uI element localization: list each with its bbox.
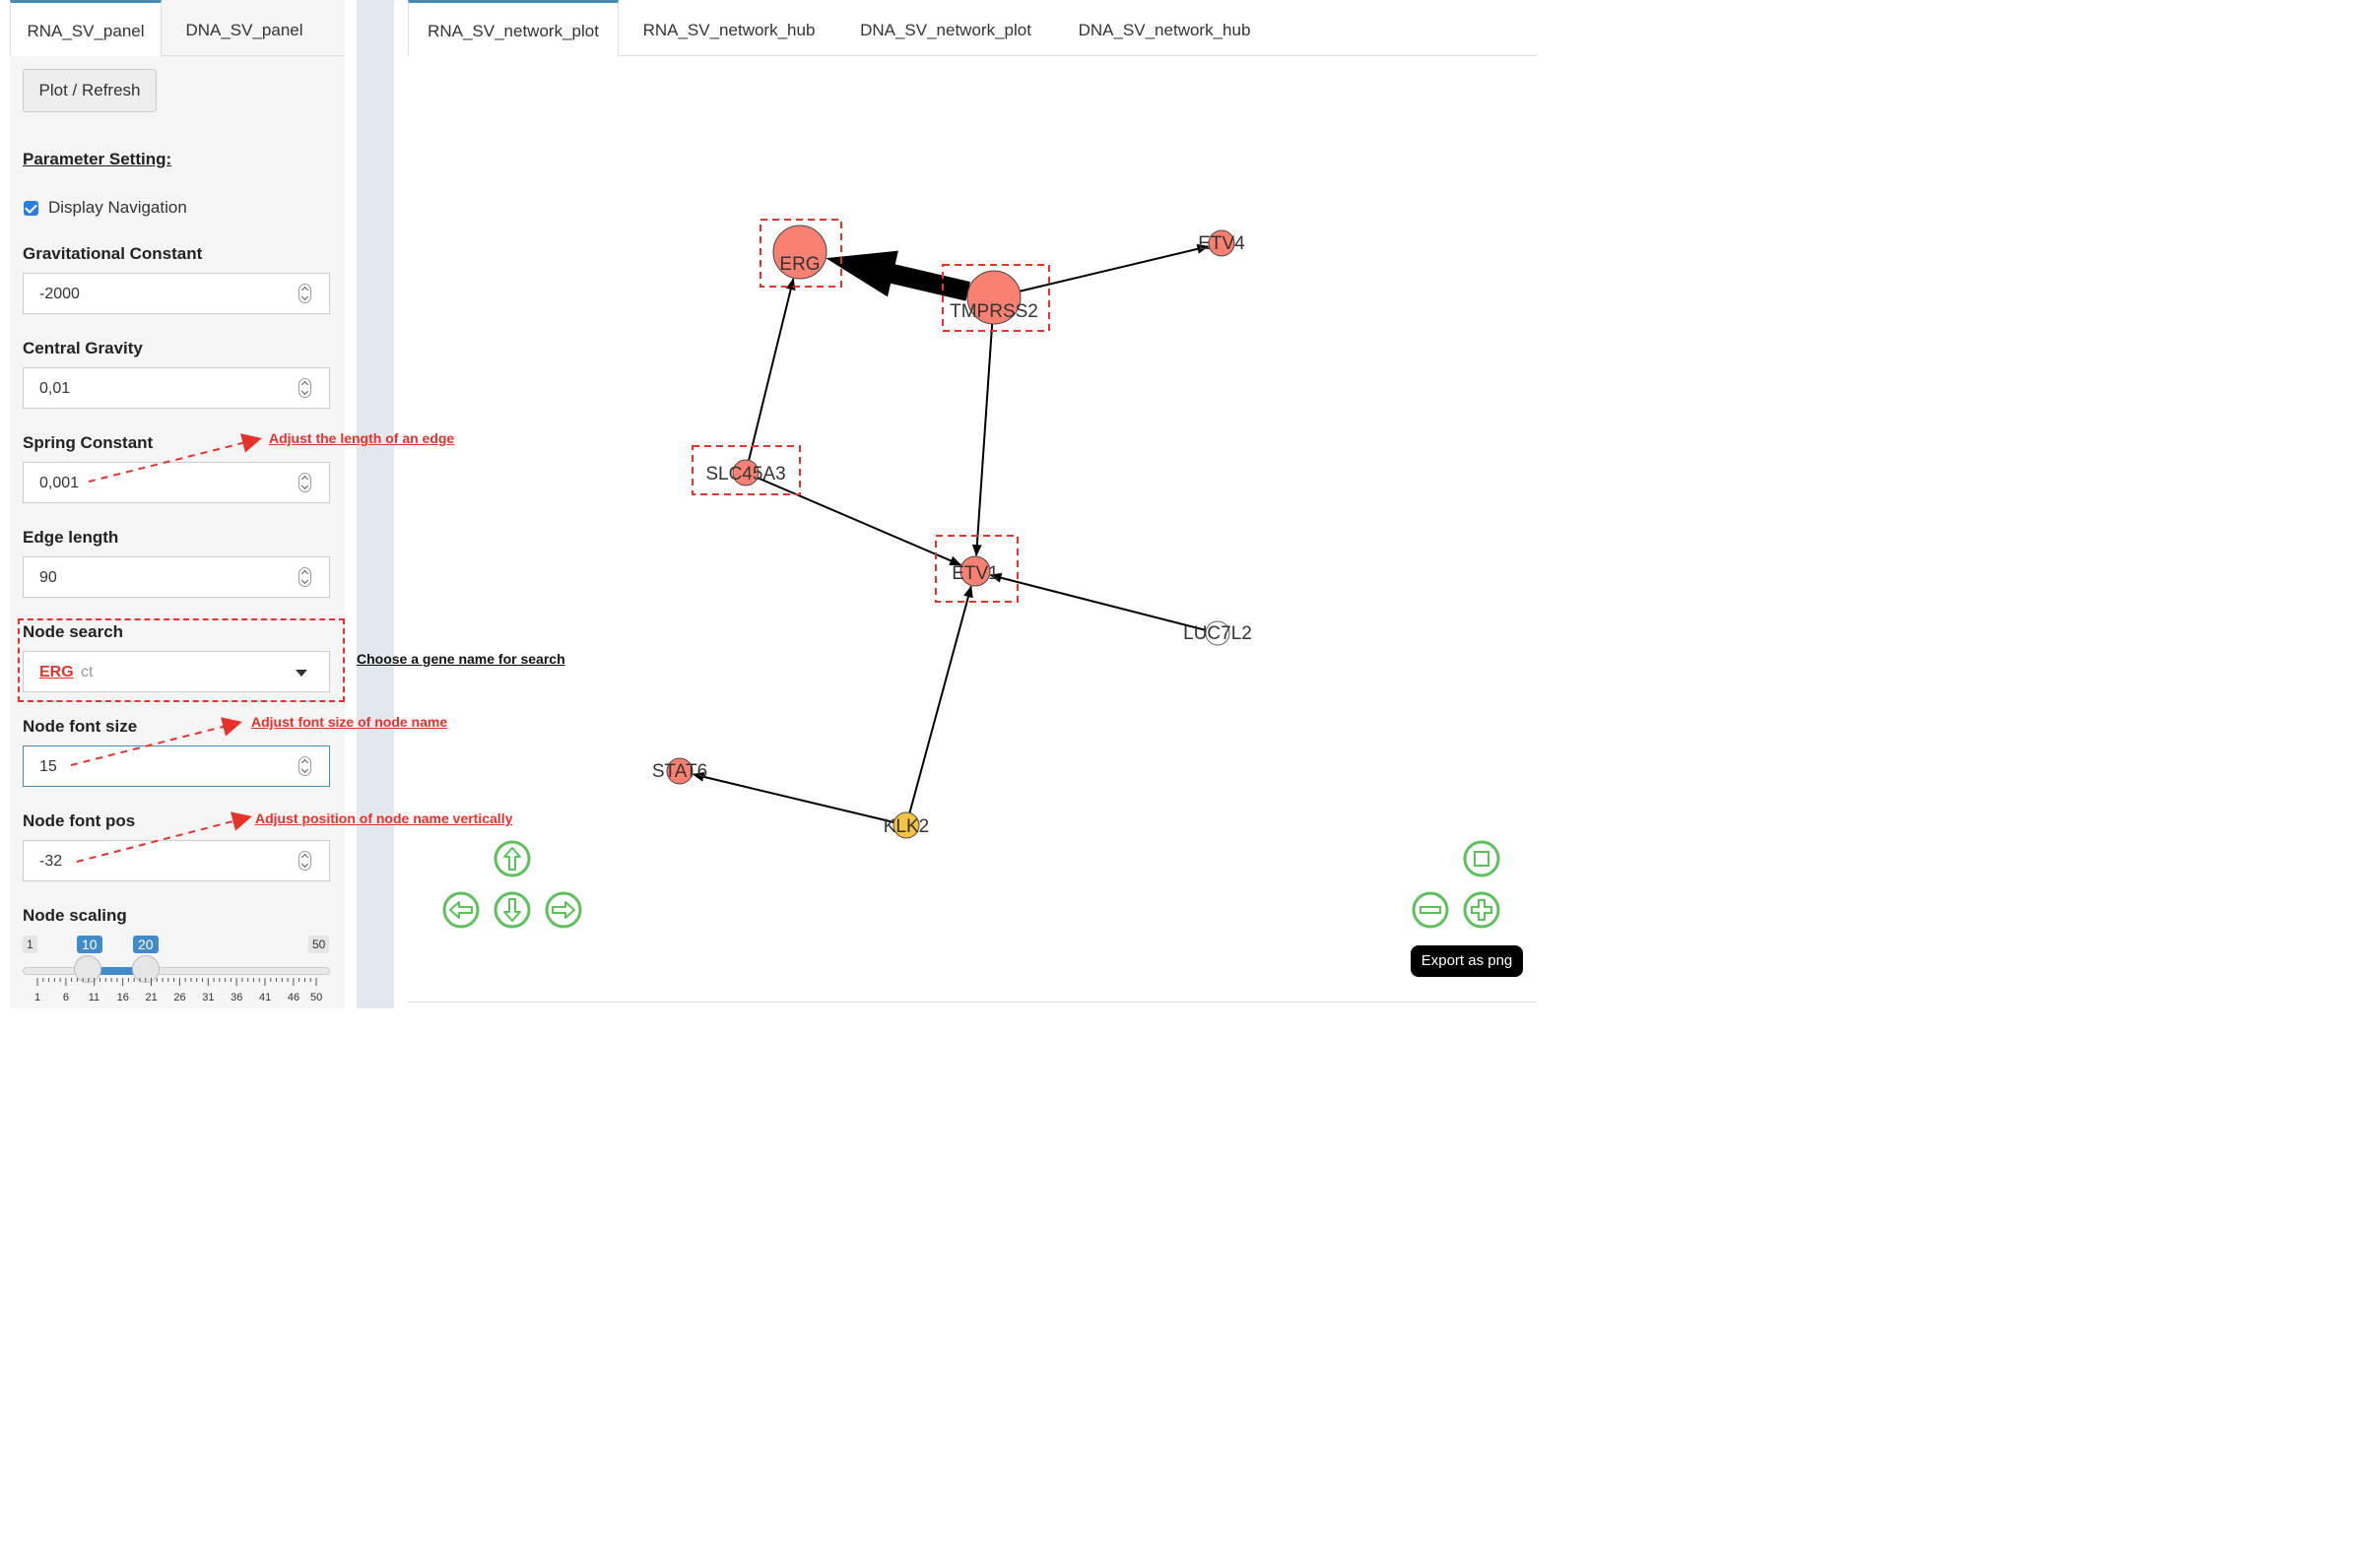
slider-tick-label: 6 — [62, 992, 69, 1004]
node-font-size-label: Node font size — [23, 717, 138, 736]
edge-length-value: 90 — [39, 569, 57, 586]
edge-slc45a3-etv1[interactable] — [757, 477, 962, 566]
node-label-stat6: STAT6 — [652, 761, 707, 782]
central-gravity-value: 0,01 — [39, 380, 71, 397]
node-label-tmprss2: TMPRSS2 — [950, 301, 1038, 322]
spinner-icon[interactable] — [298, 851, 311, 871]
display-navigation-label: Display Navigation — [48, 198, 187, 217]
slider-tick-label: 1 — [34, 992, 41, 1004]
node-font-size-input[interactable]: 15 — [23, 745, 330, 787]
tab-dna-sv-network-hub[interactable]: DNA_SV_network_hub — [1066, 0, 1263, 55]
nav-up-button[interactable] — [494, 840, 531, 877]
tab-rna-sv-network-plot[interactable]: RNA_SV_network_plot — [408, 0, 619, 56]
chevron-down-icon[interactable] — [296, 670, 307, 677]
slider-tick-label: 50 — [310, 992, 323, 1004]
node-label-etv1: ETV1 — [952, 563, 999, 584]
gravitational-constant-input[interactable]: -2000 — [23, 273, 330, 314]
spring-constant-label: Spring Constant — [23, 433, 154, 452]
edge-length-input[interactable]: 90 — [23, 556, 330, 598]
slider-tick-label: 31 — [202, 992, 215, 1004]
spring-constant-value: 0,001 — [39, 475, 80, 491]
central-gravity-input[interactable]: 0,01 — [23, 367, 330, 409]
spinner-icon[interactable] — [298, 378, 311, 398]
slider-tick-label: 11 — [88, 992, 100, 1004]
slider-low-handle[interactable] — [74, 955, 101, 983]
nav-left-button[interactable] — [442, 891, 480, 929]
node-label-slc45a3: SLC45A3 — [705, 464, 785, 485]
network-graph[interactable]: ERG TMPRSS2 ETV4 SLC45A3 ETV1 LUC7L2 STAT6 KLK2 — [408, 56, 1537, 1002]
fit-view-button[interactable] — [1463, 840, 1500, 877]
spinner-icon[interactable] — [298, 756, 311, 776]
edge-tmprss2-etv4[interactable] — [1020, 243, 1210, 292]
slider-max-label: 50 — [308, 936, 330, 953]
spinner-icon[interactable] — [298, 284, 311, 303]
display-navigation-checkbox[interactable] — [24, 201, 38, 216]
export-png-button[interactable]: Export as png — [1411, 945, 1523, 977]
gravitational-constant-value: -2000 — [39, 286, 80, 302]
slider-tick-label: 26 — [173, 992, 186, 1004]
tab-dna-sv-network-plot[interactable]: DNA_SV_network_plot — [847, 0, 1044, 55]
spinner-icon[interactable] — [298, 473, 311, 492]
graph-bottom-border — [408, 1002, 1537, 1003]
slider-tick-label: 21 — [145, 992, 158, 1004]
node-label-luc7l2: LUC7L2 — [1183, 623, 1252, 644]
panel-divider — [357, 0, 394, 1008]
spring-constant-input[interactable]: 0,001 — [23, 462, 330, 503]
parameter-setting-heading: Parameter Setting: — [23, 150, 172, 168]
edge-layer — [692, 243, 1210, 823]
node-search-label: Node search — [23, 622, 124, 641]
edge-slc45a3-erg[interactable] — [748, 278, 796, 461]
edge-luc7l2-etv1[interactable] — [989, 572, 1207, 631]
edge-tmprss2-etv1[interactable] — [971, 323, 994, 557]
zoom-in-button[interactable] — [1463, 891, 1500, 929]
slider-high-value: 20 — [133, 936, 159, 953]
nav-down-button[interactable] — [494, 891, 531, 929]
gravitational-constant-label: Gravitational Constant — [23, 244, 203, 263]
slider-tick-label: 16 — [116, 992, 129, 1004]
node-scaling-label: Node scaling — [23, 906, 127, 925]
left-tabbar: RNA_SV_panel DNA_SV_panel — [10, 0, 345, 56]
nav-right-button[interactable] — [545, 891, 582, 929]
central-gravity-label: Central Gravity — [23, 339, 143, 357]
node-search-select[interactable]: ct ERG — [23, 651, 330, 692]
plot-refresh-button[interactable]: Plot / Refresh — [23, 69, 157, 112]
slider-high-handle[interactable] — [132, 955, 160, 983]
tab-rna-sv-network-hub[interactable]: RNA_SV_network_hub — [630, 0, 827, 55]
slider-low-value: 10 — [77, 936, 102, 953]
slider-tick-label: 41 — [259, 992, 272, 1004]
node-search-value: ERG — [39, 664, 74, 680]
node-label-etv4: ETV4 — [1198, 233, 1245, 254]
node-font-pos-value: -32 — [39, 853, 63, 870]
spinner-icon[interactable] — [298, 567, 311, 587]
slider-tick-label: 46 — [287, 992, 300, 1004]
slider-tick-label: 36 — [231, 992, 243, 1004]
node-font-size-value: 15 — [39, 758, 57, 775]
node-font-pos-label: Node font pos — [23, 811, 136, 830]
tab-dna-sv-panel[interactable]: DNA_SV_panel — [171, 0, 317, 55]
edge-klk2-etv1[interactable] — [908, 585, 973, 813]
check-icon — [25, 201, 37, 214]
tab-rna-sv-panel[interactable]: RNA_SV_panel — [10, 0, 162, 56]
edge-klk2-stat6[interactable] — [692, 771, 894, 823]
edge-length-label: Edge length — [23, 528, 119, 547]
slider-min-label: 1 — [23, 936, 37, 953]
node-label-klk2: KLK2 — [884, 816, 929, 837]
right-tabbar: RNA_SV_network_plot RNA_SV_network_hub D… — [408, 0, 1537, 56]
node-scaling-slider-track[interactable] — [23, 967, 330, 975]
node-label-erg: ERG — [779, 254, 820, 275]
node-font-pos-input[interactable]: -32 — [23, 840, 330, 881]
zoom-out-button[interactable] — [1412, 891, 1449, 929]
node-search-placeholder: ct — [81, 664, 94, 680]
